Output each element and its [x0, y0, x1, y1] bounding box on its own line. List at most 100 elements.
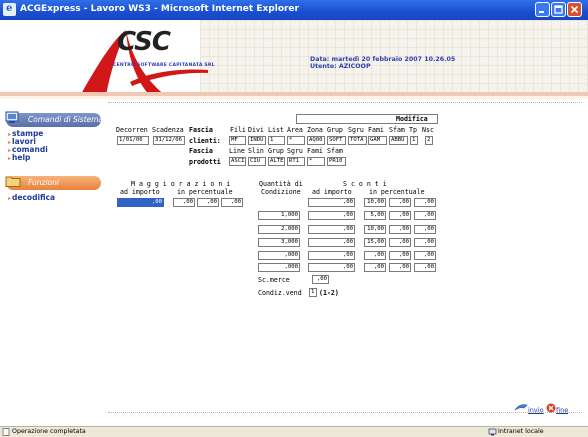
sconto-perc-field[interactable]: ,00 — [389, 251, 411, 260]
sconto-perc-field[interactable]: ,00 — [414, 198, 436, 207]
window-title: ACGExpress - Lavoro WS3 - Microsoft Inte… — [20, 4, 299, 14]
col-header-nsc: Nsc — [422, 126, 434, 134]
col-header-fili: Fili — [230, 126, 246, 134]
sconti-title: S c o n t i — [343, 180, 387, 188]
sconto-perc-field[interactable]: ,00 — [389, 211, 411, 220]
maggiorazione-perc-1-field[interactable]: ,00 — [173, 198, 195, 207]
fili-field[interactable]: MF — [229, 136, 246, 145]
quantita-1-field[interactable]: 1,000 — [258, 211, 300, 220]
sconto-perc-field[interactable]: ,00 — [389, 198, 411, 207]
maggiorazioni-title: M a g g i o r a z i o n i — [131, 180, 231, 188]
area-field[interactable]: * — [287, 136, 305, 145]
sconto-perc-field[interactable]: ,00 — [364, 251, 386, 260]
fine-label[interactable]: fine — [556, 406, 568, 414]
sconto-importo-field[interactable]: ,00 — [308, 211, 355, 220]
col-header-sfam: Sfam — [389, 126, 405, 134]
minimize-button[interactable] — [535, 2, 550, 17]
maggiorazione-perc-3-field[interactable]: ,00 — [221, 198, 243, 207]
quantita-3-field[interactable]: 3,000 — [258, 238, 300, 247]
sconto-perc-field[interactable]: 5,00 — [364, 211, 386, 220]
sconto-perc-field[interactable]: ,00 — [364, 263, 386, 272]
intranet-icon — [488, 428, 497, 436]
zone-text: Intranet locale — [498, 428, 544, 435]
fami-field[interactable]: GAM — [368, 136, 387, 145]
arrow-right-icon: ▸ — [8, 155, 12, 162]
col-header-fami: Fami — [368, 126, 384, 134]
zona-field[interactable]: AQ00 — [307, 136, 325, 145]
sidebar-item-decodifica[interactable]: ▸decodifica — [8, 193, 55, 202]
maggiorazione-importo-field[interactable]: ,00 — [117, 198, 164, 207]
sconto-perc-field[interactable]: 10,00 — [364, 198, 386, 207]
sconto-importo-field[interactable]: ,00 — [308, 251, 355, 260]
slin-field[interactable]: CIU — [248, 157, 266, 166]
sfam-prodotti-field[interactable]: PR10 — [327, 157, 346, 166]
col-header-decorrenza: Decorren — [116, 126, 148, 134]
list-field[interactable]: 1 — [268, 136, 285, 145]
title-bar: e ACGExpress - Lavoro WS3 - Microsoft In… — [0, 0, 588, 20]
sc-merce-field[interactable]: ,00 — [312, 275, 329, 284]
col-header-sgru: Sgru — [348, 126, 364, 134]
line-field[interactable]: ASCI — [229, 157, 246, 166]
invio-button[interactable]: invio — [514, 397, 544, 416]
grup-prodotti-field[interactable]: ALTE — [268, 157, 285, 166]
nsc-field[interactable]: 2 — [425, 136, 433, 145]
sidebar-section-title: Comandi di Sistema — [28, 115, 104, 124]
quantita-5-field[interactable]: ,000 — [258, 263, 300, 272]
computer-icon — [5, 111, 19, 123]
sconto-perc-field[interactable]: 15,00 — [364, 238, 386, 247]
invio-label[interactable]: invio — [528, 406, 544, 414]
grup-field[interactable]: SOFT — [327, 136, 346, 145]
sconto-importo-field[interactable]: ,00 — [308, 238, 355, 247]
close-window-button[interactable] — [567, 2, 582, 17]
logo-text: CSC — [117, 27, 171, 57]
divi-field[interactable]: INDU — [248, 136, 266, 145]
sgru-prodotti-field[interactable]: RT1 — [287, 157, 305, 166]
col-header-zona: Zona — [307, 126, 323, 134]
col-header-grup: Grup — [327, 126, 343, 134]
col-header-list: List — [268, 126, 284, 134]
sconto-perc-field[interactable]: ,00 — [414, 238, 436, 247]
logo-subtitle: CENTRO SOFTWARE CAPITANATA SRL — [113, 63, 215, 68]
col-header-tp: Tp — [409, 126, 417, 134]
col-header-line: Line — [229, 147, 245, 155]
sconto-importo-field[interactable]: ,00 — [308, 198, 355, 207]
col-header-divi: Divi — [248, 126, 264, 134]
col-header-area: Area — [287, 126, 303, 134]
condiz-vend-hint: (1-2) — [319, 289, 339, 297]
sconto-importo-field[interactable]: ,00 — [308, 225, 355, 234]
maximize-button[interactable] — [551, 2, 566, 17]
tp-field[interactable]: 1 — [410, 136, 418, 145]
status-bar: Operazione completata Intranet locale — [0, 426, 588, 437]
sconto-perc-field[interactable]: ,00 — [389, 238, 411, 247]
mode-label: Modifica — [396, 115, 428, 123]
quantita-subtitle: Condizione — [261, 188, 301, 196]
sconto-perc-field[interactable]: ,00 — [389, 263, 411, 272]
sidebar-item-help[interactable]: ▸help — [8, 153, 30, 162]
sconto-perc-field[interactable]: ,00 — [414, 263, 436, 272]
condiz-vend-field[interactable]: 1 — [309, 288, 317, 297]
page-icon — [2, 428, 10, 436]
scadenza-field[interactable]: 31/12/06 — [153, 136, 185, 145]
maggiorazione-perc-2-field[interactable]: ,00 — [197, 198, 219, 207]
sc-merce-label: Sc.merce — [258, 276, 290, 284]
arrow-right-icon: ▸ — [8, 195, 12, 202]
sconto-perc-field[interactable]: 10,00 — [364, 225, 386, 234]
sconto-importo-field[interactable]: ,00 — [308, 263, 355, 272]
quantita-2-field[interactable]: 2,000 — [258, 225, 300, 234]
fami-prodotti-field[interactable]: * — [307, 157, 325, 166]
sconto-perc-field[interactable]: ,00 — [414, 211, 436, 220]
maggiorazioni-col-importo: ad importo — [120, 188, 160, 196]
label-clienti: clienti: — [189, 137, 221, 145]
sconto-perc-field[interactable]: ,00 — [414, 251, 436, 260]
sconto-perc-field[interactable]: ,00 — [389, 225, 411, 234]
sgru-field[interactable]: TOTA — [348, 136, 367, 145]
quantita-4-field[interactable]: ,000 — [258, 251, 300, 260]
maggiorazioni-col-percentuale: in percentuale — [177, 188, 233, 196]
sfam-field[interactable]: ABBU — [389, 136, 408, 145]
col-header-scadenza: Scadenza — [152, 126, 184, 134]
col-header-sfam-prodotti: Sfam — [327, 147, 343, 155]
decorrenza-field[interactable]: 1/01/06 — [117, 136, 149, 145]
fine-button[interactable]: fine — [546, 397, 568, 416]
col-header-fami-prodotti: Fami — [307, 147, 323, 155]
sconto-perc-field[interactable]: ,00 — [414, 225, 436, 234]
